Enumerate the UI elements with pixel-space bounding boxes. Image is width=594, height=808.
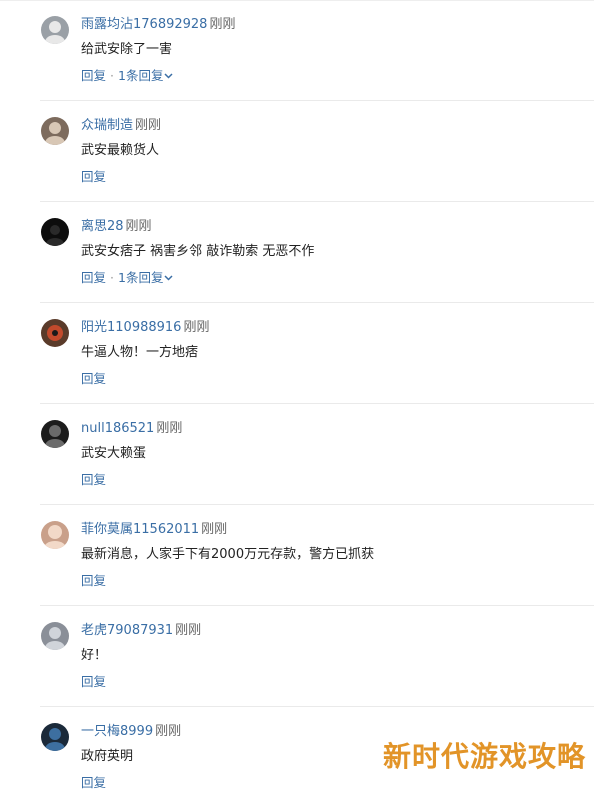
avatar-image [41, 420, 69, 448]
avatar[interactable] [41, 723, 69, 751]
comment-item: 老虎79087931 刚刚 好！ 回复 [40, 606, 594, 707]
comment-item: 众瑞制造 刚刚 武安最赖货人 回复 [40, 101, 594, 202]
comment-text: 最新消息，人家手下有2000万元存款，警方已抓获 [81, 547, 375, 562]
comment-username[interactable]: 众瑞制造 [81, 118, 133, 133]
separator-dot: · [110, 68, 114, 83]
watermark-logo: 新时代游戏攻略 [382, 740, 586, 773]
avatar-image [41, 117, 69, 145]
comment-item: 离思28 刚刚 武安女痞子 祸害乡邻 敲诈勒索 无恶不作 回复 · 1条回复 [40, 202, 594, 303]
comment-item: null186521 刚刚 武安大赖蛋 回复 [40, 404, 594, 505]
avatar[interactable] [41, 420, 69, 448]
comment-text: 武安大赖蛋 [81, 446, 147, 461]
view-replies-button[interactable]: 1条回复 [118, 68, 173, 83]
comment-header: 一只梅8999 刚刚 [81, 723, 181, 741]
comment-username[interactable]: 雨露均沾176892928 [81, 17, 207, 32]
avatar[interactable] [41, 521, 69, 549]
reply-button[interactable]: 回复 [81, 775, 106, 790]
comment-header: 雨露均沾176892928 刚刚 [81, 16, 235, 34]
comment-actions: 回复 [81, 370, 106, 388]
avatar[interactable] [41, 319, 69, 347]
avatar-head [49, 627, 61, 639]
comment-header: 菲你莫属11562011 刚刚 [81, 521, 227, 539]
comment-list: 雨露均沾176892928 刚刚 给武安除了一害 回复 · 1条回复 众瑞制造 刚刚 武… [0, 0, 594, 808]
reply-button[interactable]: 回复 [81, 674, 106, 689]
avatar[interactable] [41, 622, 69, 650]
reply-button[interactable]: 回复 [81, 472, 106, 487]
comment-text: 武安最赖货人 [81, 143, 160, 158]
comment-header: 众瑞制造 刚刚 [81, 117, 161, 135]
comment-actions: 回复 · 1条回复 [81, 269, 173, 287]
chevron-down-icon [164, 274, 173, 281]
avatar-image [41, 622, 69, 650]
avatar-head [49, 122, 61, 134]
comment-actions: 回复 [81, 471, 106, 489]
avatar-image [41, 16, 69, 44]
comment-time: 刚刚 [201, 522, 228, 537]
comment-time: 刚刚 [125, 219, 152, 234]
view-replies-label: 1条回复 [118, 68, 164, 83]
chevron-down-icon [164, 72, 173, 79]
comment-header: 老虎79087931 刚刚 [81, 622, 201, 640]
comment-username[interactable]: 一只梅8999 [81, 724, 153, 739]
avatar-image [41, 723, 69, 751]
reply-button[interactable]: 回复 [81, 371, 106, 386]
avatar-center [52, 330, 58, 336]
comment-time: 刚刚 [155, 724, 182, 739]
comment-text: 牛逼人物！一方地痞 [81, 345, 199, 360]
avatar[interactable] [41, 16, 69, 44]
comment-text: 给武安除了一害 [81, 42, 173, 57]
comment-time: 刚刚 [135, 118, 162, 133]
comment-username[interactable]: null186521 [81, 421, 154, 436]
comment-header: null186521 刚刚 [81, 420, 182, 438]
avatar-image [41, 521, 69, 549]
reply-button[interactable]: 回复 [81, 270, 106, 285]
avatar-head [49, 728, 61, 740]
reply-button[interactable]: 回复 [81, 169, 106, 184]
comment-time: 刚刚 [175, 623, 202, 638]
comment-time: 刚刚 [156, 421, 183, 436]
comment-actions: 回复 [81, 673, 106, 691]
comment-header: 阳光110988916 刚刚 [81, 319, 209, 337]
view-replies-button[interactable]: 1条回复 [118, 270, 173, 285]
avatar-head [50, 225, 60, 235]
comment-header: 离思28 刚刚 [81, 218, 152, 236]
separator-dot: · [110, 270, 114, 285]
comment-actions: 回复 [81, 168, 106, 186]
avatar-head [48, 525, 62, 539]
comment-actions: 回复 [81, 572, 106, 590]
comment-time: 刚刚 [183, 320, 210, 335]
comment-time: 刚刚 [209, 17, 236, 32]
avatar-image [41, 319, 69, 347]
reply-button[interactable]: 回复 [81, 573, 106, 588]
comment-item: 雨露均沾176892928 刚刚 给武安除了一害 回复 · 1条回复 [40, 0, 594, 101]
comment-username[interactable]: 老虎79087931 [81, 623, 173, 638]
comment-actions: 回复 [81, 774, 106, 792]
comment-item: 菲你莫属11562011 刚刚 最新消息，人家手下有2000万元存款，警方已抓获 … [40, 505, 594, 606]
comment-username[interactable]: 菲你莫属11562011 [81, 522, 199, 537]
comment-text: 好！ [81, 648, 108, 663]
comment-text: 政府英明 [81, 749, 134, 764]
avatar[interactable] [41, 218, 69, 246]
comment-username[interactable]: 阳光110988916 [81, 320, 181, 335]
view-replies-label: 1条回复 [118, 270, 164, 285]
reply-button[interactable]: 回复 [81, 68, 106, 83]
comment-item: 阳光110988916 刚刚 牛逼人物！一方地痞 回复 [40, 303, 594, 404]
avatar-head [49, 21, 61, 33]
comment-text: 武安女痞子 祸害乡邻 敲诈勒索 无恶不作 [81, 244, 315, 259]
avatar[interactable] [41, 117, 69, 145]
avatar-head [49, 425, 61, 437]
comment-actions: 回复 · 1条回复 [81, 67, 173, 85]
avatar-image [41, 218, 69, 246]
comment-username[interactable]: 离思28 [81, 219, 124, 234]
